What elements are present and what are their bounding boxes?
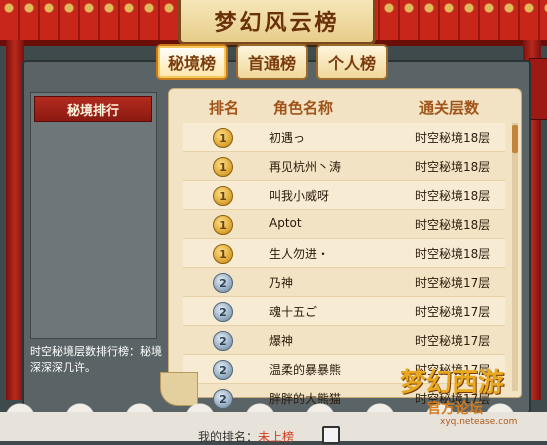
table-row[interactable]: 2 乃神 时空秘境17层 <box>183 268 505 297</box>
gold-medal-icon: 1 <box>213 157 233 177</box>
player-name: 叫我小威呀 <box>269 189 330 203</box>
my-rank-value: 未上榜 <box>258 430 295 444</box>
sidebar-item-mijing-ranking[interactable]: 秘境排行 <box>34 96 152 122</box>
table-row[interactable]: 1 初遇っ 时空秘境18层 <box>183 123 505 152</box>
sidebar: 秘境排行 <box>30 92 157 339</box>
header-floor: 通关层数 <box>419 99 480 117</box>
table-row[interactable]: 1 生人勿进・ 时空秘境18层 <box>183 239 505 268</box>
tab-geren[interactable]: 个人榜 <box>316 44 388 80</box>
clear-floor: 时空秘境17层 <box>415 276 491 290</box>
header-rank: 排名 <box>209 99 240 117</box>
silver-medal-icon: 2 <box>213 360 233 380</box>
gold-medal-icon: 1 <box>213 244 233 264</box>
player-name: 再见杭州丶涛 <box>269 160 342 174</box>
rank-detail-icon[interactable] <box>322 426 340 444</box>
watermark-logo: 梦幻西游 <box>400 368 505 398</box>
watermark-url: xyq.netease.com <box>440 417 518 427</box>
table-row[interactable]: 2 魂十五ご 时空秘境17层 <box>183 297 505 326</box>
table-row[interactable]: 2 爆神 时空秘境17层 <box>183 326 505 355</box>
watermark-subtitle: 官方论坛 <box>427 401 483 417</box>
gold-medal-icon: 1 <box>213 128 233 148</box>
my-rank: 我的排名：未上榜 <box>198 428 294 445</box>
clear-floor: 时空秘境18层 <box>415 189 491 203</box>
table-header: 排名 角色名称 通关层数 <box>169 89 521 121</box>
player-name: 初遇っ <box>269 131 306 145</box>
player-name: Aptot <box>269 216 302 230</box>
gold-medal-icon: 1 <box>213 215 233 235</box>
player-name: 爆神 <box>269 334 294 348</box>
table-row[interactable]: 1 叫我小威呀 时空秘境18层 <box>183 181 505 210</box>
sidebar-description: 时空秘境层数排行榜：秘境深深深几许。 <box>30 345 162 374</box>
tab-mijing[interactable]: 秘境榜 <box>156 44 228 80</box>
my-rank-label: 我的排名： <box>198 430 259 444</box>
player-name: 生人勿进・ <box>269 247 330 261</box>
gold-medal-icon: 1 <box>213 186 233 206</box>
page-title: 梦幻风云榜 <box>214 11 340 36</box>
silver-medal-icon: 2 <box>213 302 233 322</box>
clear-floor: 时空秘境18层 <box>415 131 491 145</box>
side-tab-deco[interactable] <box>529 58 547 120</box>
silver-medal-icon: 2 <box>213 331 233 351</box>
silver-medal-icon: 2 <box>213 273 233 293</box>
clear-floor: 时空秘境18层 <box>415 247 491 261</box>
table-row[interactable]: 1 Aptot 时空秘境18层 <box>183 210 505 239</box>
scrollbar-thumb[interactable] <box>512 125 518 153</box>
player-name: 魂十五ご <box>269 305 318 319</box>
ranking-scroll: 排名 角色名称 通关层数 1 初遇っ 时空秘境18层 1 再见杭州丶涛 时空秘境18层 1 叫… <box>168 88 522 413</box>
table-row[interactable]: 1 再见杭州丶涛 时空秘境18层 <box>183 152 505 181</box>
title-plaque: 梦幻风云榜 <box>178 0 376 45</box>
header-name: 角色名称 <box>273 99 334 117</box>
tab-shoutong[interactable]: 首通榜 <box>236 44 308 80</box>
clear-floor: 时空秘境17层 <box>415 334 491 348</box>
clear-floor: 时空秘境17层 <box>415 305 491 319</box>
player-name: 乃神 <box>269 276 294 290</box>
scrollbar[interactable] <box>512 123 518 391</box>
clear-floor: 时空秘境18层 <box>415 160 491 174</box>
clear-floor: 时空秘境18层 <box>415 218 491 232</box>
player-name: 温柔的暴暴熊 <box>269 363 342 377</box>
